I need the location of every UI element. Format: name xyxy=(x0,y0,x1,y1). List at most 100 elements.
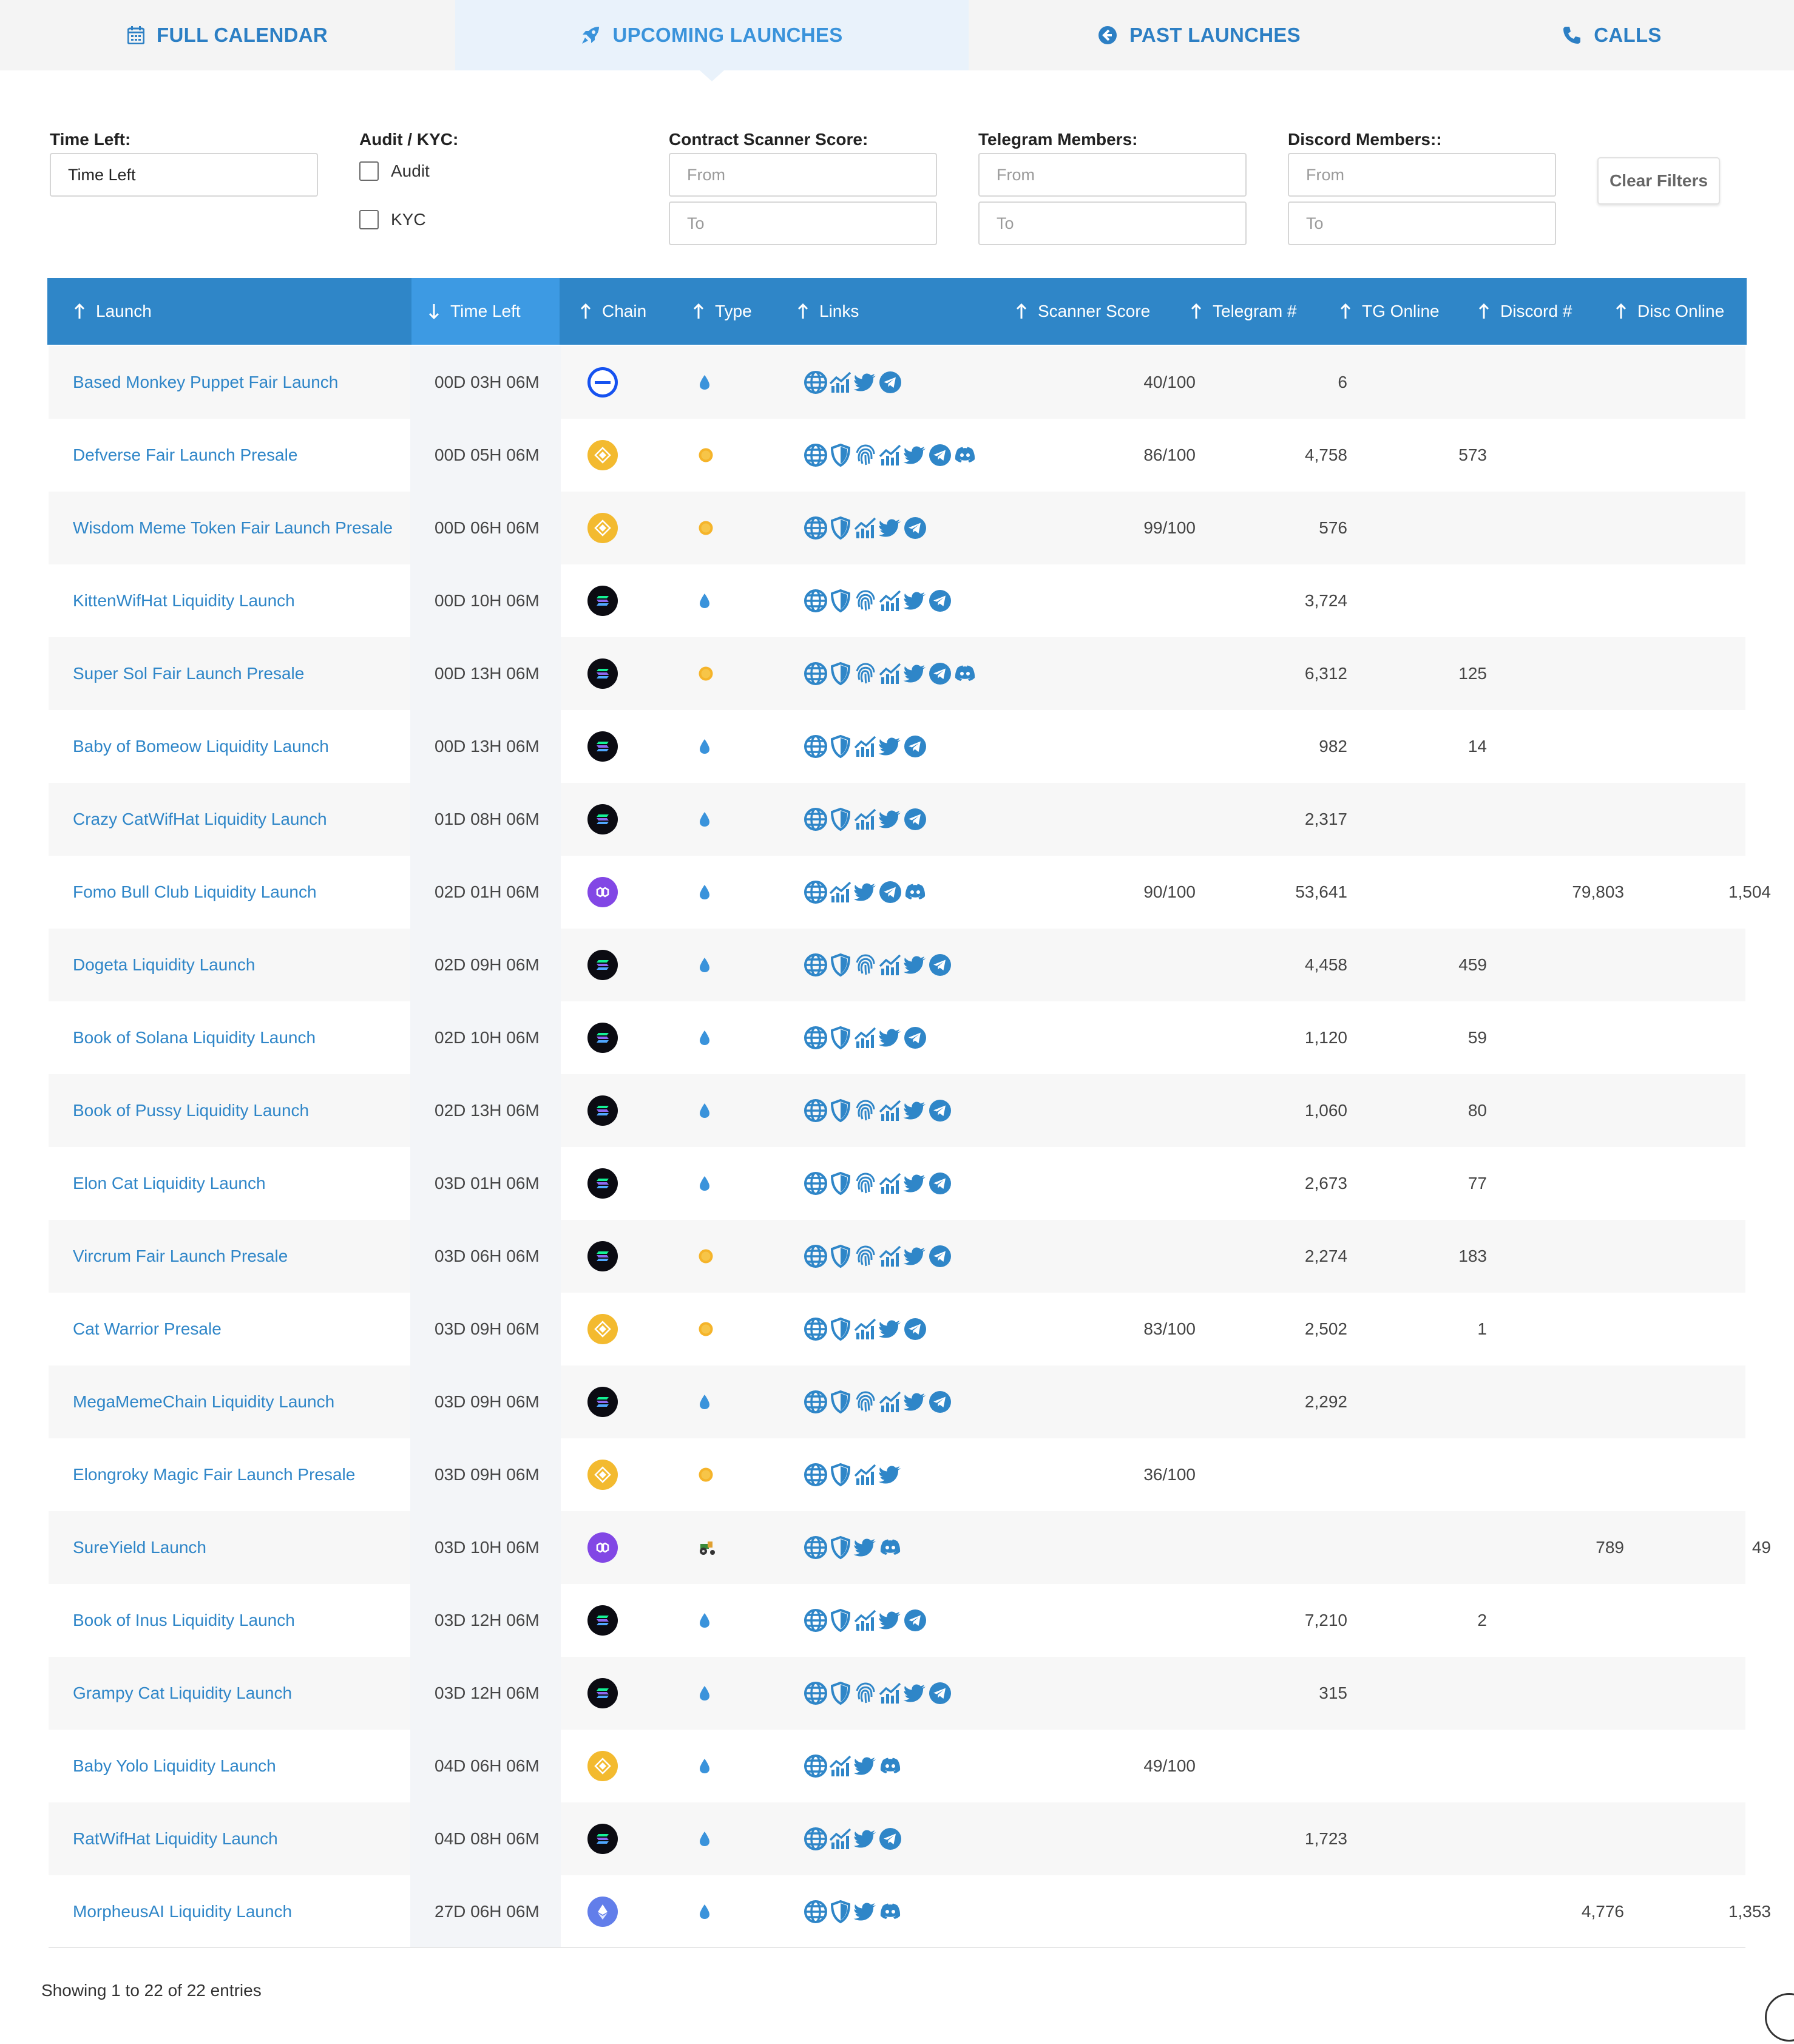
chart-link-icon[interactable] xyxy=(878,953,902,977)
twitter-link-icon[interactable] xyxy=(903,953,927,977)
telegram-link-icon[interactable] xyxy=(928,443,952,467)
table-row[interactable]: Crazy CatWifHat Liquidity Launch 01D 08H … xyxy=(49,783,1745,856)
web-link-icon[interactable] xyxy=(804,1608,828,1633)
shield-link-icon[interactable] xyxy=(828,1463,853,1487)
telegram-link-icon[interactable] xyxy=(878,1827,902,1851)
tab-calls[interactable]: CALLS xyxy=(1430,0,1794,70)
launch-name-link[interactable]: Elon Cat Liquidity Launch xyxy=(73,1147,266,1220)
launch-name-link[interactable]: MegaMemeChain Liquidity Launch xyxy=(73,1365,334,1438)
twitter-link-icon[interactable] xyxy=(853,1535,878,1560)
table-row[interactable]: Fomo Bull Club Liquidity Launch 02D 01H 0… xyxy=(49,856,1771,929)
web-link-icon[interactable] xyxy=(804,1754,828,1778)
twitter-link-icon[interactable] xyxy=(853,1754,878,1778)
twitter-link-icon[interactable] xyxy=(853,370,878,394)
audit-checkbox[interactable] xyxy=(359,161,379,181)
table-row[interactable]: Super Sol Fair Launch Presale 00D 13H 06M… xyxy=(49,637,1745,710)
discord-from-input[interactable] xyxy=(1288,153,1556,197)
telegram-link-icon[interactable] xyxy=(928,589,952,613)
chart-link-icon[interactable] xyxy=(828,1827,853,1851)
chart-link-icon[interactable] xyxy=(853,516,878,540)
launch-name-link[interactable]: Baby Yolo Liquidity Launch xyxy=(73,1730,276,1802)
shield-link-icon[interactable] xyxy=(828,1535,853,1560)
table-row[interactable]: Book of Inus Liquidity Launch 03D 12H 06M… xyxy=(49,1584,1745,1657)
shield-link-icon[interactable] xyxy=(828,953,853,977)
shield-link-icon[interactable] xyxy=(828,1390,853,1414)
tab-upcoming-launches[interactable]: UPCOMING LAUNCHES xyxy=(455,0,969,70)
audit-checkbox-row[interactable]: Audit xyxy=(359,161,430,181)
web-link-icon[interactable] xyxy=(804,1535,828,1560)
web-link-icon[interactable] xyxy=(804,1463,828,1487)
discord-to-input[interactable] xyxy=(1288,201,1556,245)
twitter-link-icon[interactable] xyxy=(878,734,902,759)
web-link-icon[interactable] xyxy=(804,1900,828,1924)
launch-name-link[interactable]: Elongroky Magic Fair Launch Presale xyxy=(73,1438,355,1511)
shield-link-icon[interactable] xyxy=(828,662,853,686)
twitter-link-icon[interactable] xyxy=(903,1171,927,1196)
shield-link-icon[interactable] xyxy=(828,1681,853,1705)
chart-link-icon[interactable] xyxy=(878,1244,902,1268)
launch-name-link[interactable]: Grampy Cat Liquidity Launch xyxy=(73,1657,292,1730)
twitter-link-icon[interactable] xyxy=(903,1681,927,1705)
discord-link-icon[interactable] xyxy=(878,1754,902,1778)
web-link-icon[interactable] xyxy=(804,953,828,977)
scanner-score-to-input[interactable] xyxy=(669,201,937,245)
twitter-link-icon[interactable] xyxy=(903,589,927,613)
tab-full-calendar[interactable]: FULL CALENDAR xyxy=(0,0,455,70)
twitter-link-icon[interactable] xyxy=(853,1900,878,1924)
launch-name-link[interactable]: Book of Pussy Liquidity Launch xyxy=(73,1074,309,1147)
twitter-link-icon[interactable] xyxy=(903,662,927,686)
shield-link-icon[interactable] xyxy=(828,1171,853,1196)
column-header-scanner-score[interactable]: Scanner Score xyxy=(1016,278,1150,345)
launch-name-link[interactable]: Crazy CatWifHat Liquidity Launch xyxy=(73,783,327,856)
twitter-link-icon[interactable] xyxy=(878,516,902,540)
kyc-checkbox-row[interactable]: KYC xyxy=(359,210,426,229)
launch-name-link[interactable]: RatWifHat Liquidity Launch xyxy=(73,1802,278,1875)
table-row[interactable]: Baby of Bomeow Liquidity Launch 00D 13H 0… xyxy=(49,710,1745,783)
launch-name-link[interactable]: KittenWifHat Liquidity Launch xyxy=(73,564,295,637)
twitter-link-icon[interactable] xyxy=(853,880,878,904)
web-link-icon[interactable] xyxy=(804,516,828,540)
telegram-link-icon[interactable] xyxy=(903,516,927,540)
table-row[interactable]: Defverse Fair Launch Presale 00D 05H 06M 8… xyxy=(49,419,1745,492)
telegram-from-input[interactable] xyxy=(978,153,1247,197)
twitter-link-icon[interactable] xyxy=(903,1244,927,1268)
fingerprint-link-icon[interactable] xyxy=(853,589,878,613)
shield-link-icon[interactable] xyxy=(828,1098,853,1123)
web-link-icon[interactable] xyxy=(804,443,828,467)
chart-link-icon[interactable] xyxy=(853,807,878,831)
launch-name-link[interactable]: Super Sol Fair Launch Presale xyxy=(73,637,304,710)
launch-name-link[interactable]: SureYield Launch xyxy=(73,1511,206,1584)
telegram-to-input[interactable] xyxy=(978,201,1247,245)
table-row[interactable]: Cat Warrior Presale 03D 09H 06M 83/100 2,50… xyxy=(49,1293,1745,1365)
telegram-link-icon[interactable] xyxy=(903,1317,927,1341)
launch-name-link[interactable]: Wisdom Meme Token Fair Launch Presale xyxy=(73,492,393,564)
shield-link-icon[interactable] xyxy=(828,734,853,759)
twitter-link-icon[interactable] xyxy=(878,1026,902,1050)
discord-link-icon[interactable] xyxy=(903,880,927,904)
telegram-link-icon[interactable] xyxy=(928,953,952,977)
table-row[interactable]: MegaMemeChain Liquidity Launch 03D 09H 06… xyxy=(49,1365,1745,1438)
table-row[interactable]: MorpheusAI Liquidity Launch 27D 06H 06M 4,… xyxy=(49,1875,1771,1948)
column-header-type[interactable]: Type xyxy=(693,278,752,345)
chart-link-icon[interactable] xyxy=(878,1681,902,1705)
web-link-icon[interactable] xyxy=(804,1244,828,1268)
chart-link-icon[interactable] xyxy=(828,1754,853,1778)
table-row[interactable]: Elongroky Magic Fair Launch Presale 03D 0… xyxy=(49,1438,1745,1511)
telegram-link-icon[interactable] xyxy=(903,734,927,759)
chart-link-icon[interactable] xyxy=(878,443,902,467)
web-link-icon[interactable] xyxy=(804,1098,828,1123)
shield-link-icon[interactable] xyxy=(828,516,853,540)
web-link-icon[interactable] xyxy=(804,589,828,613)
telegram-link-icon[interactable] xyxy=(928,662,952,686)
chart-link-icon[interactable] xyxy=(828,880,853,904)
fingerprint-link-icon[interactable] xyxy=(853,443,878,467)
twitter-link-icon[interactable] xyxy=(878,1317,902,1341)
chart-link-icon[interactable] xyxy=(878,1098,902,1123)
telegram-link-icon[interactable] xyxy=(903,807,927,831)
telegram-link-icon[interactable] xyxy=(928,1171,952,1196)
chart-link-icon[interactable] xyxy=(828,370,853,394)
chart-link-icon[interactable] xyxy=(878,1390,902,1414)
web-link-icon[interactable] xyxy=(804,1317,828,1341)
table-row[interactable]: Elon Cat Liquidity Launch 03D 01H 06M 2,67… xyxy=(49,1147,1745,1220)
twitter-link-icon[interactable] xyxy=(903,1390,927,1414)
